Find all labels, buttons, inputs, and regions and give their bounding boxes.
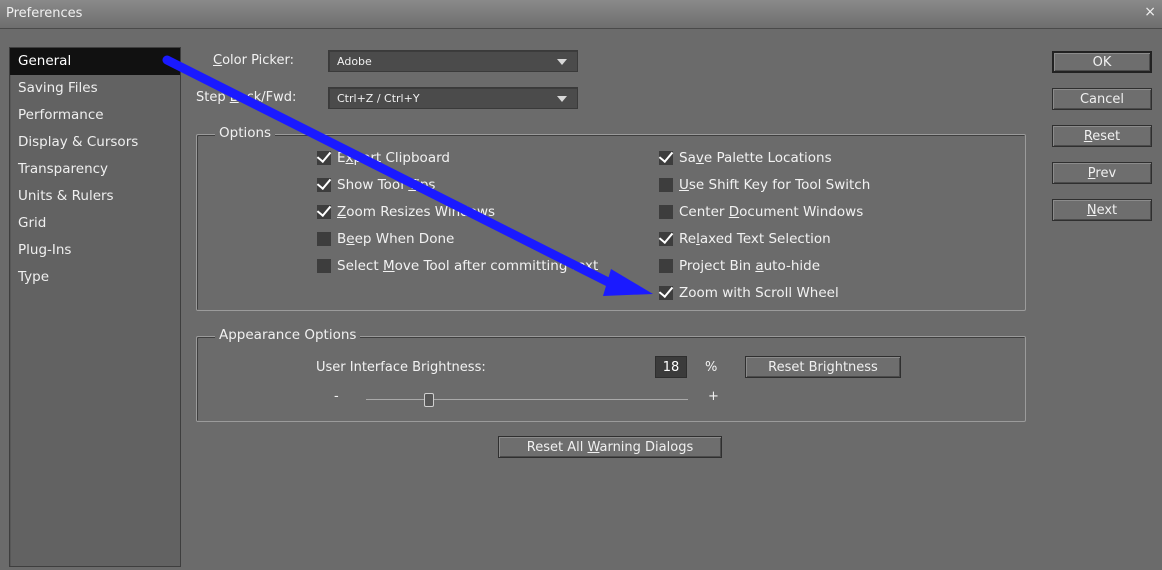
option-checkbox[interactable]: Zoom with Scroll Wheel [659,285,839,301]
sidebar-item-grid[interactable]: Grid [10,210,180,237]
options-legend: Options [215,125,276,141]
option-checkbox[interactable]: Center Document Windows [659,204,863,220]
checkmark-icon[interactable] [317,151,331,165]
ok-button[interactable]: OK [1052,51,1152,73]
brightness-label: User Interface Brightness: [316,360,486,375]
option-checkbox[interactable]: Select Move Tool after committing text [317,258,598,274]
slider-plus-label: + [708,389,719,404]
option-checkbox[interactable]: Show Tool Tips [317,177,435,193]
slider-minus-label: - [334,389,339,404]
checkmark-icon[interactable] [317,178,331,192]
appearance-options-group: Appearance Options [196,327,1026,422]
cancel-button[interactable]: Cancel [1052,88,1152,110]
option-label: Select Move Tool after committing text [337,258,599,274]
option-label: Use Shift Key for Tool Switch [679,177,871,193]
sidebar-item-transparency[interactable]: Transparency [10,156,180,183]
brightness-unit: % [705,360,718,375]
option-checkbox[interactable]: Use Shift Key for Tool Switch [659,177,870,193]
color-picker-select[interactable]: Adobe [328,50,578,72]
reset-brightness-button[interactable]: Reset Brightness [745,356,901,378]
checkbox-empty-icon[interactable] [317,232,331,246]
option-checkbox[interactable]: Export Clipboard [317,150,450,166]
option-checkbox[interactable]: Relaxed Text Selection [659,231,831,247]
checkmark-icon[interactable] [659,232,673,246]
option-label: Export Clipboard [337,150,450,166]
option-checkbox[interactable]: Save Palette Locations [659,150,832,166]
option-label: Zoom Resizes Windows [337,204,496,220]
step-back-fwd-label: Step Back/Fwd: [196,90,297,105]
next-button[interactable]: Next [1052,199,1152,221]
option-label: Show Tool Tips [337,177,436,193]
brightness-slider-track[interactable] [366,399,688,400]
option-checkbox[interactable]: Project Bin auto-hide [659,258,820,274]
option-checkbox[interactable]: Zoom Resizes Windows [317,204,495,220]
window-title: Preferences [6,6,83,21]
chevron-down-icon [557,96,567,102]
sidebar-item-display-cursors[interactable]: Display & Cursors [10,129,180,156]
checkbox-empty-icon[interactable] [317,259,331,273]
color-picker-label: Color Picker: [213,53,294,68]
sidebar-item-units-rulers[interactable]: Units & Rulers [10,183,180,210]
chevron-down-icon [557,59,567,65]
option-label: Zoom with Scroll Wheel [679,285,839,301]
option-label: Project Bin auto-hide [679,258,821,274]
checkbox-empty-icon[interactable] [659,259,673,273]
sidebar-item-plug-ins[interactable]: Plug-Ins [10,237,180,264]
brightness-slider-thumb[interactable] [423,393,434,407]
preferences-category-list: General Saving Files Performance Display & … [9,47,181,567]
reset-all-warning-dialogs-button[interactable]: Reset All Warning Dialogs [498,436,722,458]
title-bar: Preferences × [0,0,1162,29]
checkbox-empty-icon[interactable] [659,178,673,192]
checkmark-icon[interactable] [659,286,673,300]
prev-button[interactable]: Prev [1052,162,1152,184]
close-icon[interactable]: × [1144,4,1156,20]
option-checkbox[interactable]: Beep When Done [317,231,454,247]
step-back-fwd-select[interactable]: Ctrl+Z / Ctrl+Y [328,87,578,109]
option-label: Beep When Done [337,231,455,247]
option-label: Center Document Windows [679,204,864,220]
checkmark-icon[interactable] [659,151,673,165]
sidebar-item-type[interactable]: Type [10,264,180,291]
checkmark-icon[interactable] [317,205,331,219]
appearance-legend: Appearance Options [215,327,361,343]
sidebar-item-general[interactable]: General [10,48,180,75]
option-label: Save Palette Locations [679,150,832,166]
brightness-value-field[interactable]: 18 [655,356,687,378]
option-label: Relaxed Text Selection [679,231,831,247]
reset-button[interactable]: Reset [1052,125,1152,147]
checkbox-empty-icon[interactable] [659,205,673,219]
sidebar-item-performance[interactable]: Performance [10,102,180,129]
sidebar-item-saving-files[interactable]: Saving Files [10,75,180,102]
